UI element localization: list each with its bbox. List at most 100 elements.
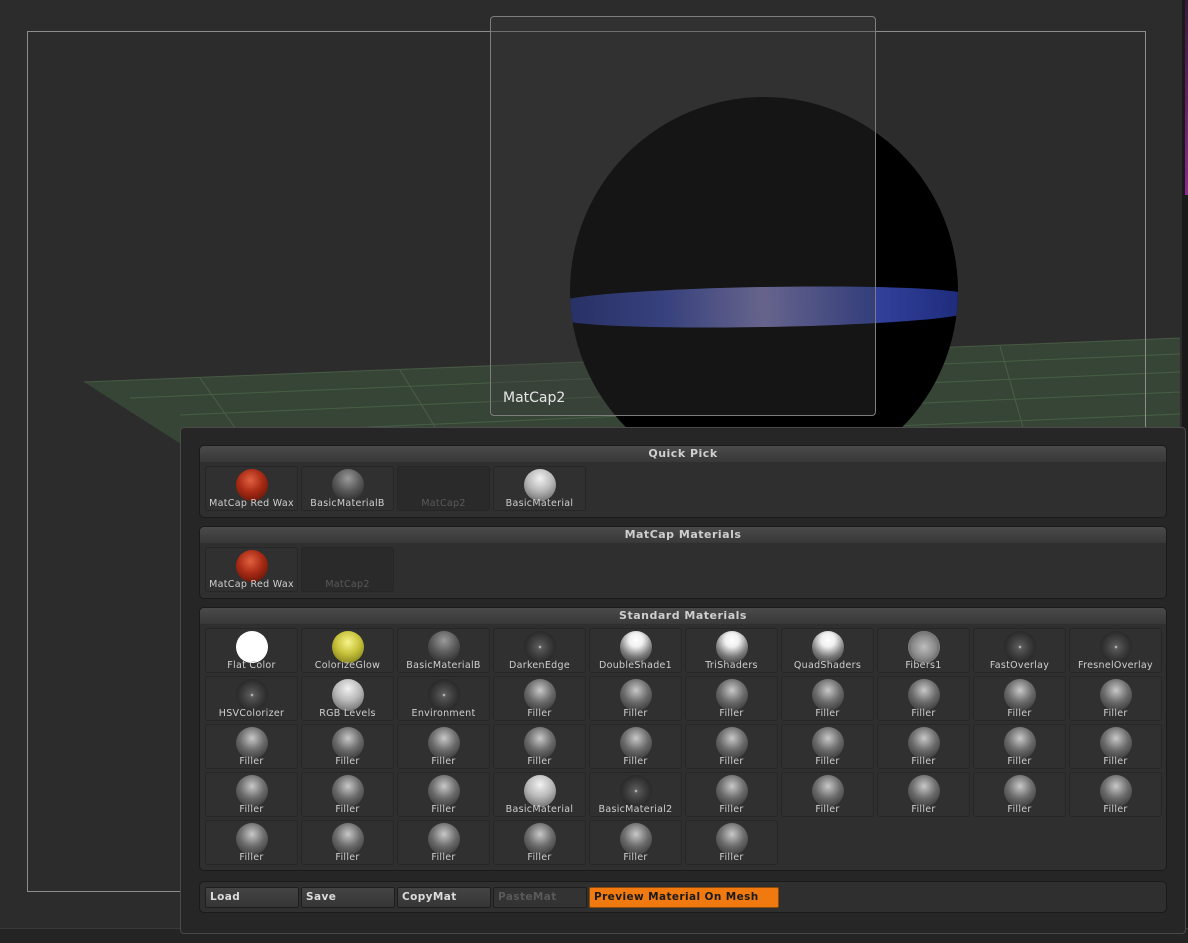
material-label: TriShaders xyxy=(705,660,758,671)
material-tile[interactable]: Filler xyxy=(493,676,586,721)
material-tile[interactable]: BasicMaterial xyxy=(493,772,586,817)
material-ball-icon xyxy=(1100,631,1132,663)
material-ball-icon xyxy=(1004,679,1036,711)
material-tile[interactable]: Filler xyxy=(685,820,778,865)
material-ball-icon xyxy=(524,775,556,807)
material-label: Filler xyxy=(239,804,264,815)
material-tile[interactable]: Filler xyxy=(973,724,1066,769)
material-tile[interactable]: Fibers1 xyxy=(877,628,970,673)
material-tile[interactable]: Filler xyxy=(685,772,778,817)
material-tile[interactable]: Filler xyxy=(205,820,298,865)
material-tile[interactable]: Filler xyxy=(205,724,298,769)
material-ball-icon xyxy=(908,775,940,807)
material-tile[interactable]: Filler xyxy=(877,676,970,721)
material-label: BasicMaterial xyxy=(505,498,574,509)
material-tile[interactable]: BasicMaterial xyxy=(493,466,586,511)
material-tile[interactable]: Filler xyxy=(1069,676,1162,721)
material-ball-icon xyxy=(908,679,940,711)
material-tile[interactable]: MatCap Red Wax xyxy=(205,466,298,511)
material-ball-icon xyxy=(716,631,748,663)
save-button[interactable]: Save xyxy=(301,887,395,908)
material-tile[interactable]: FastOverlay xyxy=(973,628,1066,673)
material-tile[interactable]: Filler xyxy=(493,724,586,769)
material-tile[interactable]: Filler xyxy=(301,772,394,817)
material-tile[interactable]: Filler xyxy=(877,724,970,769)
material-tile[interactable]: BasicMaterialB xyxy=(301,466,394,511)
material-tile[interactable]: Filler xyxy=(301,724,394,769)
material-ball-icon xyxy=(428,631,460,663)
material-tile[interactable]: Flat Color xyxy=(205,628,298,673)
pastemat-button[interactable]: PasteMat xyxy=(493,887,587,908)
material-label: Filler xyxy=(623,852,648,863)
material-tile[interactable]: Filler xyxy=(1069,724,1162,769)
material-tile[interactable]: FresnelOverlay xyxy=(1069,628,1162,673)
copymat-button[interactable]: CopyMat xyxy=(397,887,491,908)
material-label: Filler xyxy=(911,756,936,767)
material-ball-icon xyxy=(236,775,268,807)
material-tile[interactable]: BasicMaterialB xyxy=(397,628,490,673)
material-ball-icon xyxy=(1100,727,1132,759)
matcap-materials-title: MatCap Materials xyxy=(200,527,1166,543)
material-ball-icon xyxy=(332,469,364,501)
material-label: QuadShaders xyxy=(793,660,862,671)
material-label: Environment xyxy=(411,708,476,719)
material-tile[interactable]: Filler xyxy=(685,724,778,769)
material-label: Filler xyxy=(1007,804,1032,815)
preview-material-on-mesh-button[interactable]: Preview Material On Mesh xyxy=(589,887,779,908)
material-tile[interactable]: Filler xyxy=(589,820,682,865)
material-tile[interactable]: TriShaders xyxy=(685,628,778,673)
material-ball-icon xyxy=(716,775,748,807)
material-tile[interactable]: Filler xyxy=(589,724,682,769)
material-tile[interactable]: Filler xyxy=(397,820,490,865)
material-tile[interactable]: MatCap2 xyxy=(397,466,490,511)
material-ball-icon xyxy=(620,775,652,807)
material-tile[interactable]: Filler xyxy=(397,772,490,817)
material-tile[interactable]: Environment xyxy=(397,676,490,721)
material-tile[interactable]: RGB Levels xyxy=(301,676,394,721)
material-ball-icon xyxy=(236,823,268,855)
quick-pick-section: Quick Pick MatCap Red Wax BasicMaterialB M… xyxy=(199,445,1167,518)
material-ball-icon xyxy=(812,631,844,663)
material-ball-icon xyxy=(332,823,364,855)
material-tile[interactable]: Filler xyxy=(973,676,1066,721)
material-label: Filler xyxy=(335,852,360,863)
material-ball-icon xyxy=(428,727,460,759)
material-tile[interactable]: Filler xyxy=(781,772,874,817)
material-tile[interactable]: Filler xyxy=(493,820,586,865)
material-label: MatCap Red Wax xyxy=(209,498,294,509)
material-tile[interactable]: Filler xyxy=(205,772,298,817)
material-palette: Quick Pick MatCap Red Wax BasicMaterialB M… xyxy=(180,427,1186,934)
material-tile[interactable]: DarkenEdge xyxy=(493,628,586,673)
material-tile[interactable]: DoubleShade1 xyxy=(589,628,682,673)
material-tile[interactable]: Filler xyxy=(877,772,970,817)
material-label: Filler xyxy=(1007,708,1032,719)
material-label: Filler xyxy=(719,852,744,863)
load-button[interactable]: Load xyxy=(205,887,299,908)
material-label: MatCap Red Wax xyxy=(209,579,294,590)
material-tile[interactable]: Filler xyxy=(301,820,394,865)
material-ball-icon xyxy=(1004,727,1036,759)
material-tile[interactable]: Filler xyxy=(1069,772,1162,817)
material-tile[interactable]: HSVColorizer xyxy=(205,676,298,721)
material-tile[interactable]: Filler xyxy=(973,772,1066,817)
material-tile[interactable]: MatCap2 xyxy=(301,547,394,592)
material-label: Filler xyxy=(911,804,936,815)
material-tile[interactable]: ColorizeGlow xyxy=(301,628,394,673)
material-label: Filler xyxy=(815,756,840,767)
material-tile[interactable]: Filler xyxy=(781,724,874,769)
material-tile[interactable]: BasicMaterial2 xyxy=(589,772,682,817)
material-label: Filler xyxy=(719,708,744,719)
material-ball-icon xyxy=(428,823,460,855)
material-label: HSVColorizer xyxy=(218,708,285,719)
material-ball-icon xyxy=(524,823,556,855)
material-tile[interactable]: Filler xyxy=(685,676,778,721)
material-ball-icon xyxy=(428,679,460,711)
material-tile[interactable]: Filler xyxy=(589,676,682,721)
material-tile[interactable]: QuadShaders xyxy=(781,628,874,673)
material-tile[interactable]: MatCap Red Wax xyxy=(205,547,298,592)
material-ball-icon xyxy=(236,469,268,501)
material-label: Filler xyxy=(335,804,360,815)
material-tile[interactable]: Filler xyxy=(397,724,490,769)
material-ball-icon xyxy=(908,727,940,759)
material-tile[interactable]: Filler xyxy=(781,676,874,721)
